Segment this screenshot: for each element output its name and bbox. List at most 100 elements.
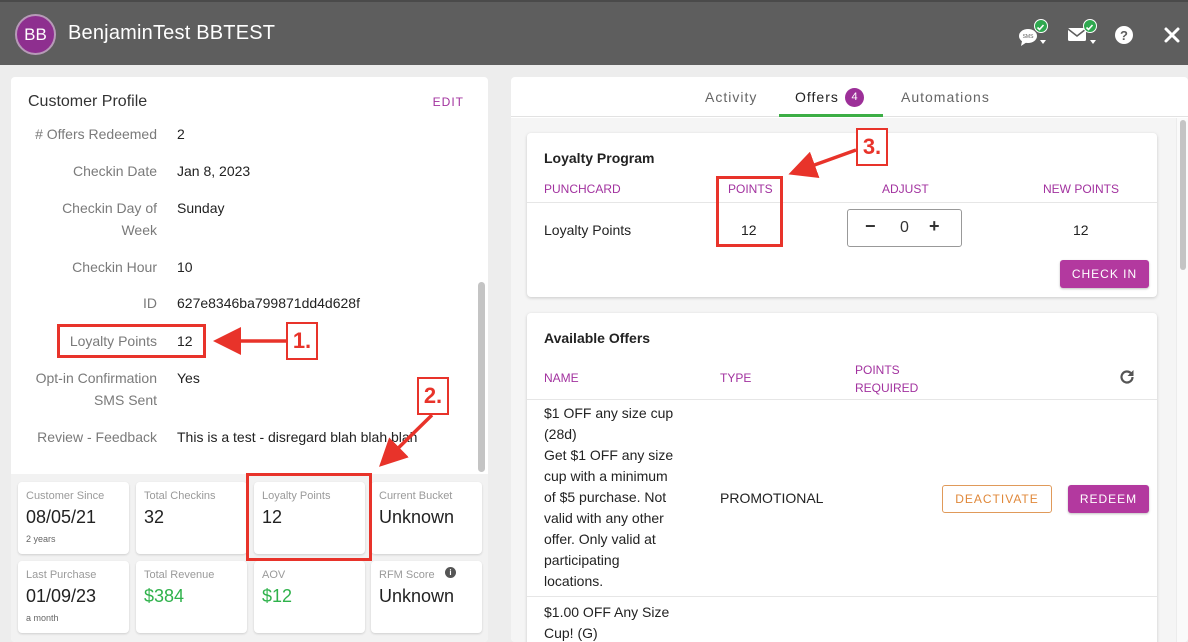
scroll-thumb[interactable] [1180, 120, 1186, 270]
annotation-label-3: 3. [856, 128, 888, 166]
stat-value: Unknown [379, 586, 455, 606]
col-name: NAME [544, 371, 579, 385]
tabs-bar: Activity Offers 4 Automations [511, 77, 1188, 117]
annotation-box-1 [57, 324, 206, 358]
stat-card: Current Bucket Unknown [371, 482, 482, 554]
stat-label: Total Checkins [144, 490, 216, 502]
stat-sub: 2 years [26, 534, 56, 544]
col-type: TYPE [720, 371, 752, 385]
col-new-points: NEW POINTS [1043, 182, 1120, 196]
stat-card: RFM Score i Unknown [371, 561, 482, 633]
tab-offers[interactable]: Offers [795, 89, 839, 105]
col-adjust: ADJUST [882, 182, 929, 196]
stat-label: Customer Since [26, 490, 105, 502]
field-label: Checkin Hour [72, 259, 157, 275]
check-in-button[interactable]: CHECK IN [1060, 260, 1149, 288]
info-icon[interactable]: i [445, 567, 456, 578]
top-bar: BB BenjaminTest BBTEST SMS ? [0, 0, 1188, 65]
stat-label: AOV [262, 569, 286, 581]
field-label: Checkin Date [72, 163, 157, 179]
customer-profile-title: Customer Profile [28, 93, 148, 110]
refresh-icon[interactable] [1117, 367, 1137, 392]
offer-line: participating [544, 552, 620, 568]
active-tab-indicator [779, 114, 883, 117]
tab-activity[interactable]: Activity [705, 89, 757, 105]
offer-line: $1.00 OFF Any Size [544, 604, 670, 620]
check-badge-icon [1034, 19, 1048, 33]
stat-card: AOV $12 [254, 561, 365, 633]
stat-value: $384 [144, 586, 185, 606]
field-label: Opt-in Confirmation [35, 370, 157, 386]
offers-content: Loyalty Program PUNCHCARD POINTS ADJUST … [511, 118, 1181, 642]
offer-description: $1 OFF any size cup (28d) Get $1 OFF any… [544, 403, 694, 592]
field-label: # Offers Redeemed [35, 126, 157, 142]
offer-line: valid with any other [544, 510, 664, 526]
avatar: BB [15, 14, 56, 55]
close-icon[interactable] [1163, 26, 1181, 49]
field-label: Review - Feedback [37, 429, 157, 445]
field-value: 2 [177, 126, 185, 142]
new-points-value: 12 [1073, 222, 1089, 238]
check-badge-icon [1083, 19, 1097, 33]
offers-count-badge: 4 [845, 88, 864, 107]
field-value: 10 [177, 259, 193, 275]
sms-status-icon[interactable]: SMS [1018, 19, 1050, 48]
field-label: Checkin Day of [62, 200, 157, 216]
offer-line: cup with a minimum [544, 468, 668, 484]
offers-scrollbar[interactable] [1176, 118, 1188, 642]
annotation-box-2 [246, 473, 372, 561]
field-value: This is a test - disregard blah blah bla… [177, 429, 418, 445]
stat-label: Total Revenue [144, 569, 215, 581]
col-points-required: POINTS REQUIRED [855, 361, 918, 397]
annotation-label-1: 1. [286, 322, 318, 360]
help-icon[interactable]: ? [1114, 25, 1134, 50]
offer-line: offer. Only valid at [544, 531, 656, 547]
annotation-box-3 [716, 176, 783, 247]
profile-scrollbar[interactable] [478, 282, 485, 472]
loyalty-program-title: Loyalty Program [544, 150, 655, 166]
col-points-line1: POINTS [855, 363, 900, 377]
divider [527, 399, 1157, 400]
loyalty-program-card: Loyalty Program PUNCHCARD POINTS ADJUST … [527, 133, 1157, 297]
stat-card: Customer Since 08/05/21 2 years [18, 482, 129, 554]
svg-text:?: ? [1120, 28, 1128, 43]
available-offers-card: Available Offers NAME TYPE POINTS REQUIR… [527, 313, 1157, 642]
redeem-button[interactable]: REDEEM [1068, 485, 1149, 513]
offer-type: PROMOTIONAL [720, 490, 824, 506]
offer-line: of $5 purchase. Not [544, 489, 667, 505]
offer-line: locations. [544, 573, 604, 589]
sms-text: SMS [1023, 34, 1035, 40]
adjust-value: 0 [900, 219, 909, 236]
stat-value: 32 [144, 507, 165, 527]
stat-card: Last Purchase 01/09/23 a month [18, 561, 129, 633]
stat-value: 08/05/21 [26, 507, 97, 527]
field-value: Jan 8, 2023 [177, 163, 251, 179]
field-value: Sunday [177, 200, 225, 216]
minus-icon[interactable]: − [865, 216, 876, 237]
deactivate-button[interactable]: DEACTIVATE [942, 485, 1052, 513]
adjust-stepper[interactable]: − 0 + [847, 209, 962, 247]
offer-line: (28d) [544, 426, 577, 442]
stat-sub: a month [26, 613, 59, 623]
email-status-icon[interactable] [1066, 19, 1100, 48]
stat-card: Total Checkins 32 [136, 482, 247, 554]
offer-line: Get $1 OFF any size [544, 447, 674, 463]
punchcard-name: Loyalty Points [544, 222, 632, 238]
stat-label: RFM Score [379, 569, 435, 581]
plus-icon[interactable]: + [929, 216, 940, 237]
offer-description: $1.00 OFF Any Size Cup! (G) [544, 602, 694, 642]
stat-label: Last Purchase [26, 569, 97, 581]
stat-card: Total Revenue $384 [136, 561, 247, 633]
field-label-cont: SMS Sent [93, 392, 157, 408]
edit-button[interactable]: EDIT [433, 95, 464, 109]
annotation-label-2: 2. [417, 377, 449, 415]
tab-automations[interactable]: Automations [901, 89, 990, 105]
field-value: 627e8346ba799871dd4d628f [177, 295, 360, 311]
available-offers-title: Available Offers [544, 330, 651, 346]
col-points-line2: REQUIRED [855, 381, 919, 395]
field-label-cont: Week [121, 222, 157, 238]
field-value: Yes [177, 370, 200, 386]
stat-value: Unknown [379, 507, 455, 527]
divider [527, 202, 1157, 203]
offer-line: $1 OFF any size cup [544, 405, 674, 421]
